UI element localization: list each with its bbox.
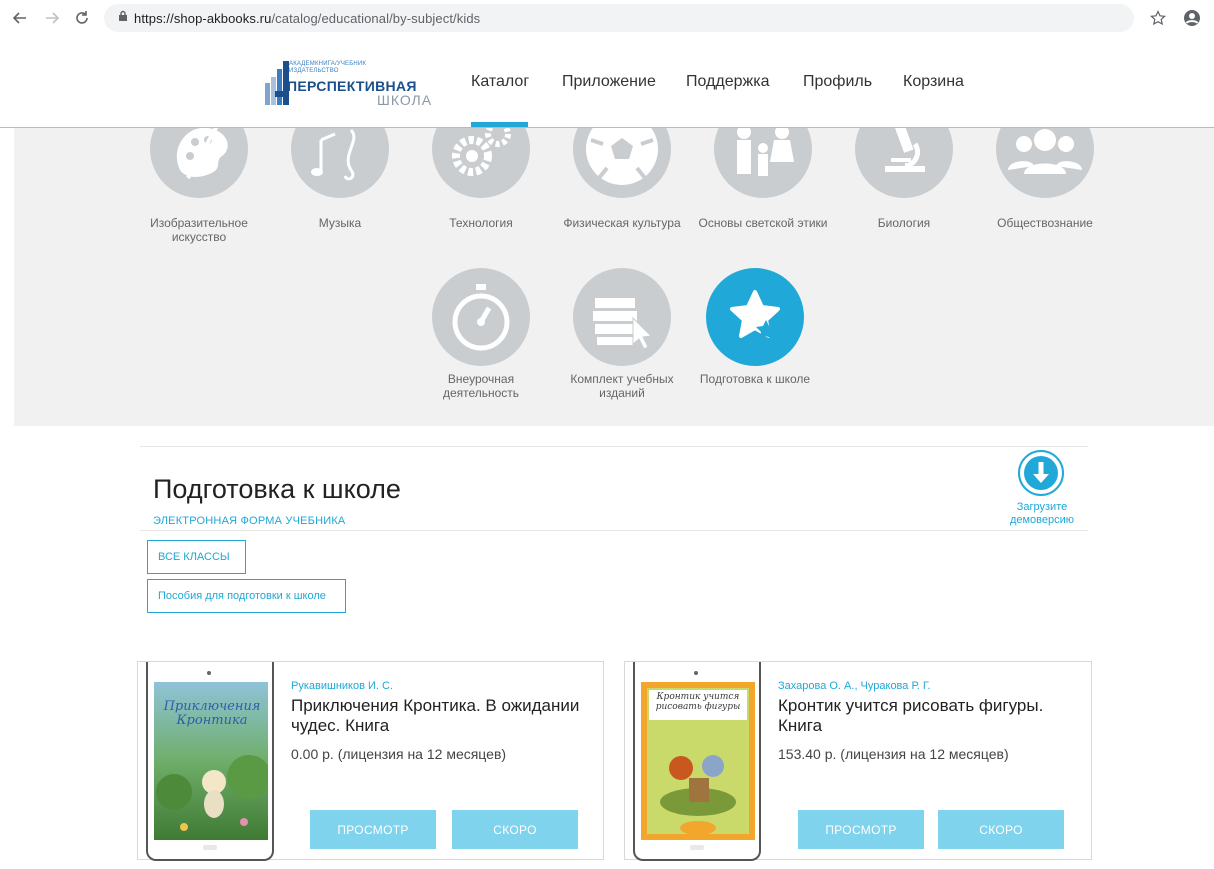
account-icon[interactable] (1180, 6, 1204, 30)
home-button (690, 845, 704, 850)
download-demo-label: Загрузите демоверсию (1009, 501, 1075, 526)
reload-icon[interactable] (70, 6, 94, 30)
product-card: Приключения Кронтика Рукавишников И. С. … (137, 661, 604, 861)
product-author[interactable]: Рукавишников И. С. (291, 680, 393, 692)
logo-publisher-line2: ИЗДАТЕЛЬСТВО (289, 68, 339, 74)
product-card: Кронтик учится рисовать фигуры Захарова … (624, 661, 1092, 861)
url-text: https://shop-akbooks.ru/catalog/educatio… (134, 11, 480, 26)
soon-button[interactable]: СКОРО (938, 810, 1064, 849)
microscope-icon (855, 128, 953, 198)
soccer-ball-icon (573, 128, 671, 198)
site-logo[interactable]: АКАДЕМКНИГА/УЧЕБНИК ИЗДАТЕЛЬСТВО ПЕРСПЕК… (265, 61, 450, 111)
forward-arrow-icon[interactable] (40, 6, 64, 30)
view-button[interactable]: ПРОСМОТР (310, 810, 436, 849)
logo-publisher: АКАДЕМКНИГА/УЧЕБНИК ИЗДАТЕЛЬСТВО (289, 61, 366, 75)
subject-label-kit: Комплект учебных изданий (570, 372, 674, 400)
subject-technology[interactable]: Технология (411, 128, 551, 258)
tablet-frame: Приключения Кронтика (146, 662, 274, 861)
subject-label-pe: Физическая культура (563, 216, 681, 230)
music-note-icon (291, 128, 389, 198)
product-title[interactable]: Приключения Кронтика. В ожидании чудес. … (291, 696, 596, 736)
page-subtitle: ЭЛЕКТРОННАЯ ФОРМА УЧЕБНИКА (153, 515, 346, 527)
subject-pe[interactable]: Физическая культура (552, 128, 692, 258)
back-arrow-icon[interactable] (8, 6, 32, 30)
browser-toolbar: https://shop-akbooks.ru/catalog/educatio… (0, 0, 1214, 36)
logo-mark-icon (265, 61, 289, 105)
book-cover-image[interactable]: Приключения Кронтика (154, 682, 268, 840)
subject-biology[interactable]: Биология (834, 128, 974, 258)
subject-label-preschool: Подготовка к школе (699, 372, 811, 386)
url-path: /catalog/educational/by-subject/kids (271, 10, 481, 26)
camera-dot (207, 671, 211, 675)
product-author[interactable]: Захарова О. А., Чуракова Р. Г. (778, 680, 931, 692)
nav-support[interactable]: Поддержка (686, 73, 769, 91)
camera-dot (694, 671, 698, 675)
subject-label-technology: Технология (449, 216, 513, 230)
subject-label-extracurricular: Внеурочная деятельность (442, 372, 520, 400)
tablet-frame: Кронтик учится рисовать фигуры (633, 662, 761, 861)
address-bar[interactable]: https://shop-akbooks.ru/catalog/educatio… (104, 4, 1134, 32)
lock-icon (118, 9, 128, 27)
subject-music[interactable]: Музыка (270, 128, 410, 258)
filter-preschool-aids[interactable]: Пособия для подготовки к школе (147, 579, 346, 613)
subjects-panel: Изобразительное искусство Музыка Техноло… (14, 128, 1214, 426)
book-cover-image[interactable]: Кронтик учится рисовать фигуры (641, 682, 755, 840)
star-icon (706, 268, 804, 366)
filter-all-grades[interactable]: ВСЕ КЛАССЫ (147, 540, 246, 574)
subject-label-music: Музыка (318, 216, 362, 230)
nav-profile[interactable]: Профиль (803, 73, 872, 91)
product-title[interactable]: Кронтик учится рисовать фигуры. Книга (778, 696, 1083, 736)
cover-title: Приключения Кронтика (163, 699, 261, 728)
download-arrow-icon (1018, 450, 1064, 496)
nav-active-indicator (471, 122, 528, 127)
product-price: 0.00 р. (лицензия на 12 месяцев) (291, 746, 507, 762)
nav-app[interactable]: Приложение (562, 73, 656, 91)
gears-icon (432, 128, 530, 198)
books-cursor-icon (573, 268, 671, 366)
people-icon (996, 128, 1094, 198)
home-button (203, 845, 217, 850)
subject-art[interactable]: Изобразительное искусство (129, 128, 269, 258)
url-host: https://shop-akbooks.ru (134, 10, 272, 26)
subject-kit[interactable]: Комплект учебных изданий (552, 268, 692, 408)
nav-catalog[interactable]: Каталог (471, 73, 529, 91)
subject-preschool[interactable]: Подготовка к школе (693, 268, 833, 408)
subject-label-social: Обществознание (997, 216, 1093, 230)
subject-label-ethics: Основы светской этики (698, 216, 828, 230)
view-button[interactable]: ПРОСМОТР (798, 810, 924, 849)
subject-extracurricular[interactable]: Внеурочная деятельность (411, 268, 551, 408)
page-title: Подготовка к школе (153, 474, 401, 504)
soon-button[interactable]: СКОРО (452, 810, 578, 849)
divider (140, 446, 1088, 447)
family-icon (714, 128, 812, 198)
nav-cart[interactable]: Корзина (903, 73, 964, 91)
divider (140, 530, 1088, 531)
subject-social[interactable]: Обществознание (975, 128, 1115, 258)
logo-publisher-line1: АКАДЕМКНИГА/УЧЕБНИК (289, 61, 367, 67)
site-header: АКАДЕМКНИГА/УЧЕБНИК ИЗДАТЕЛЬСТВО ПЕРСПЕК… (0, 36, 1214, 128)
palette-icon (150, 128, 248, 198)
subject-label-biology: Биология (877, 216, 931, 230)
bookmark-star-icon[interactable] (1146, 6, 1170, 30)
cover-title: Кронтик учится рисовать фигуры (655, 692, 741, 712)
stopwatch-icon (432, 268, 530, 366)
subject-ethics[interactable]: Основы светской этики (693, 128, 833, 258)
product-price: 153.40 р. (лицензия на 12 месяцев) (778, 746, 1009, 762)
subject-label-art: Изобразительное искусство (150, 216, 248, 244)
logo-title-line2: ШКОЛА (377, 92, 433, 108)
